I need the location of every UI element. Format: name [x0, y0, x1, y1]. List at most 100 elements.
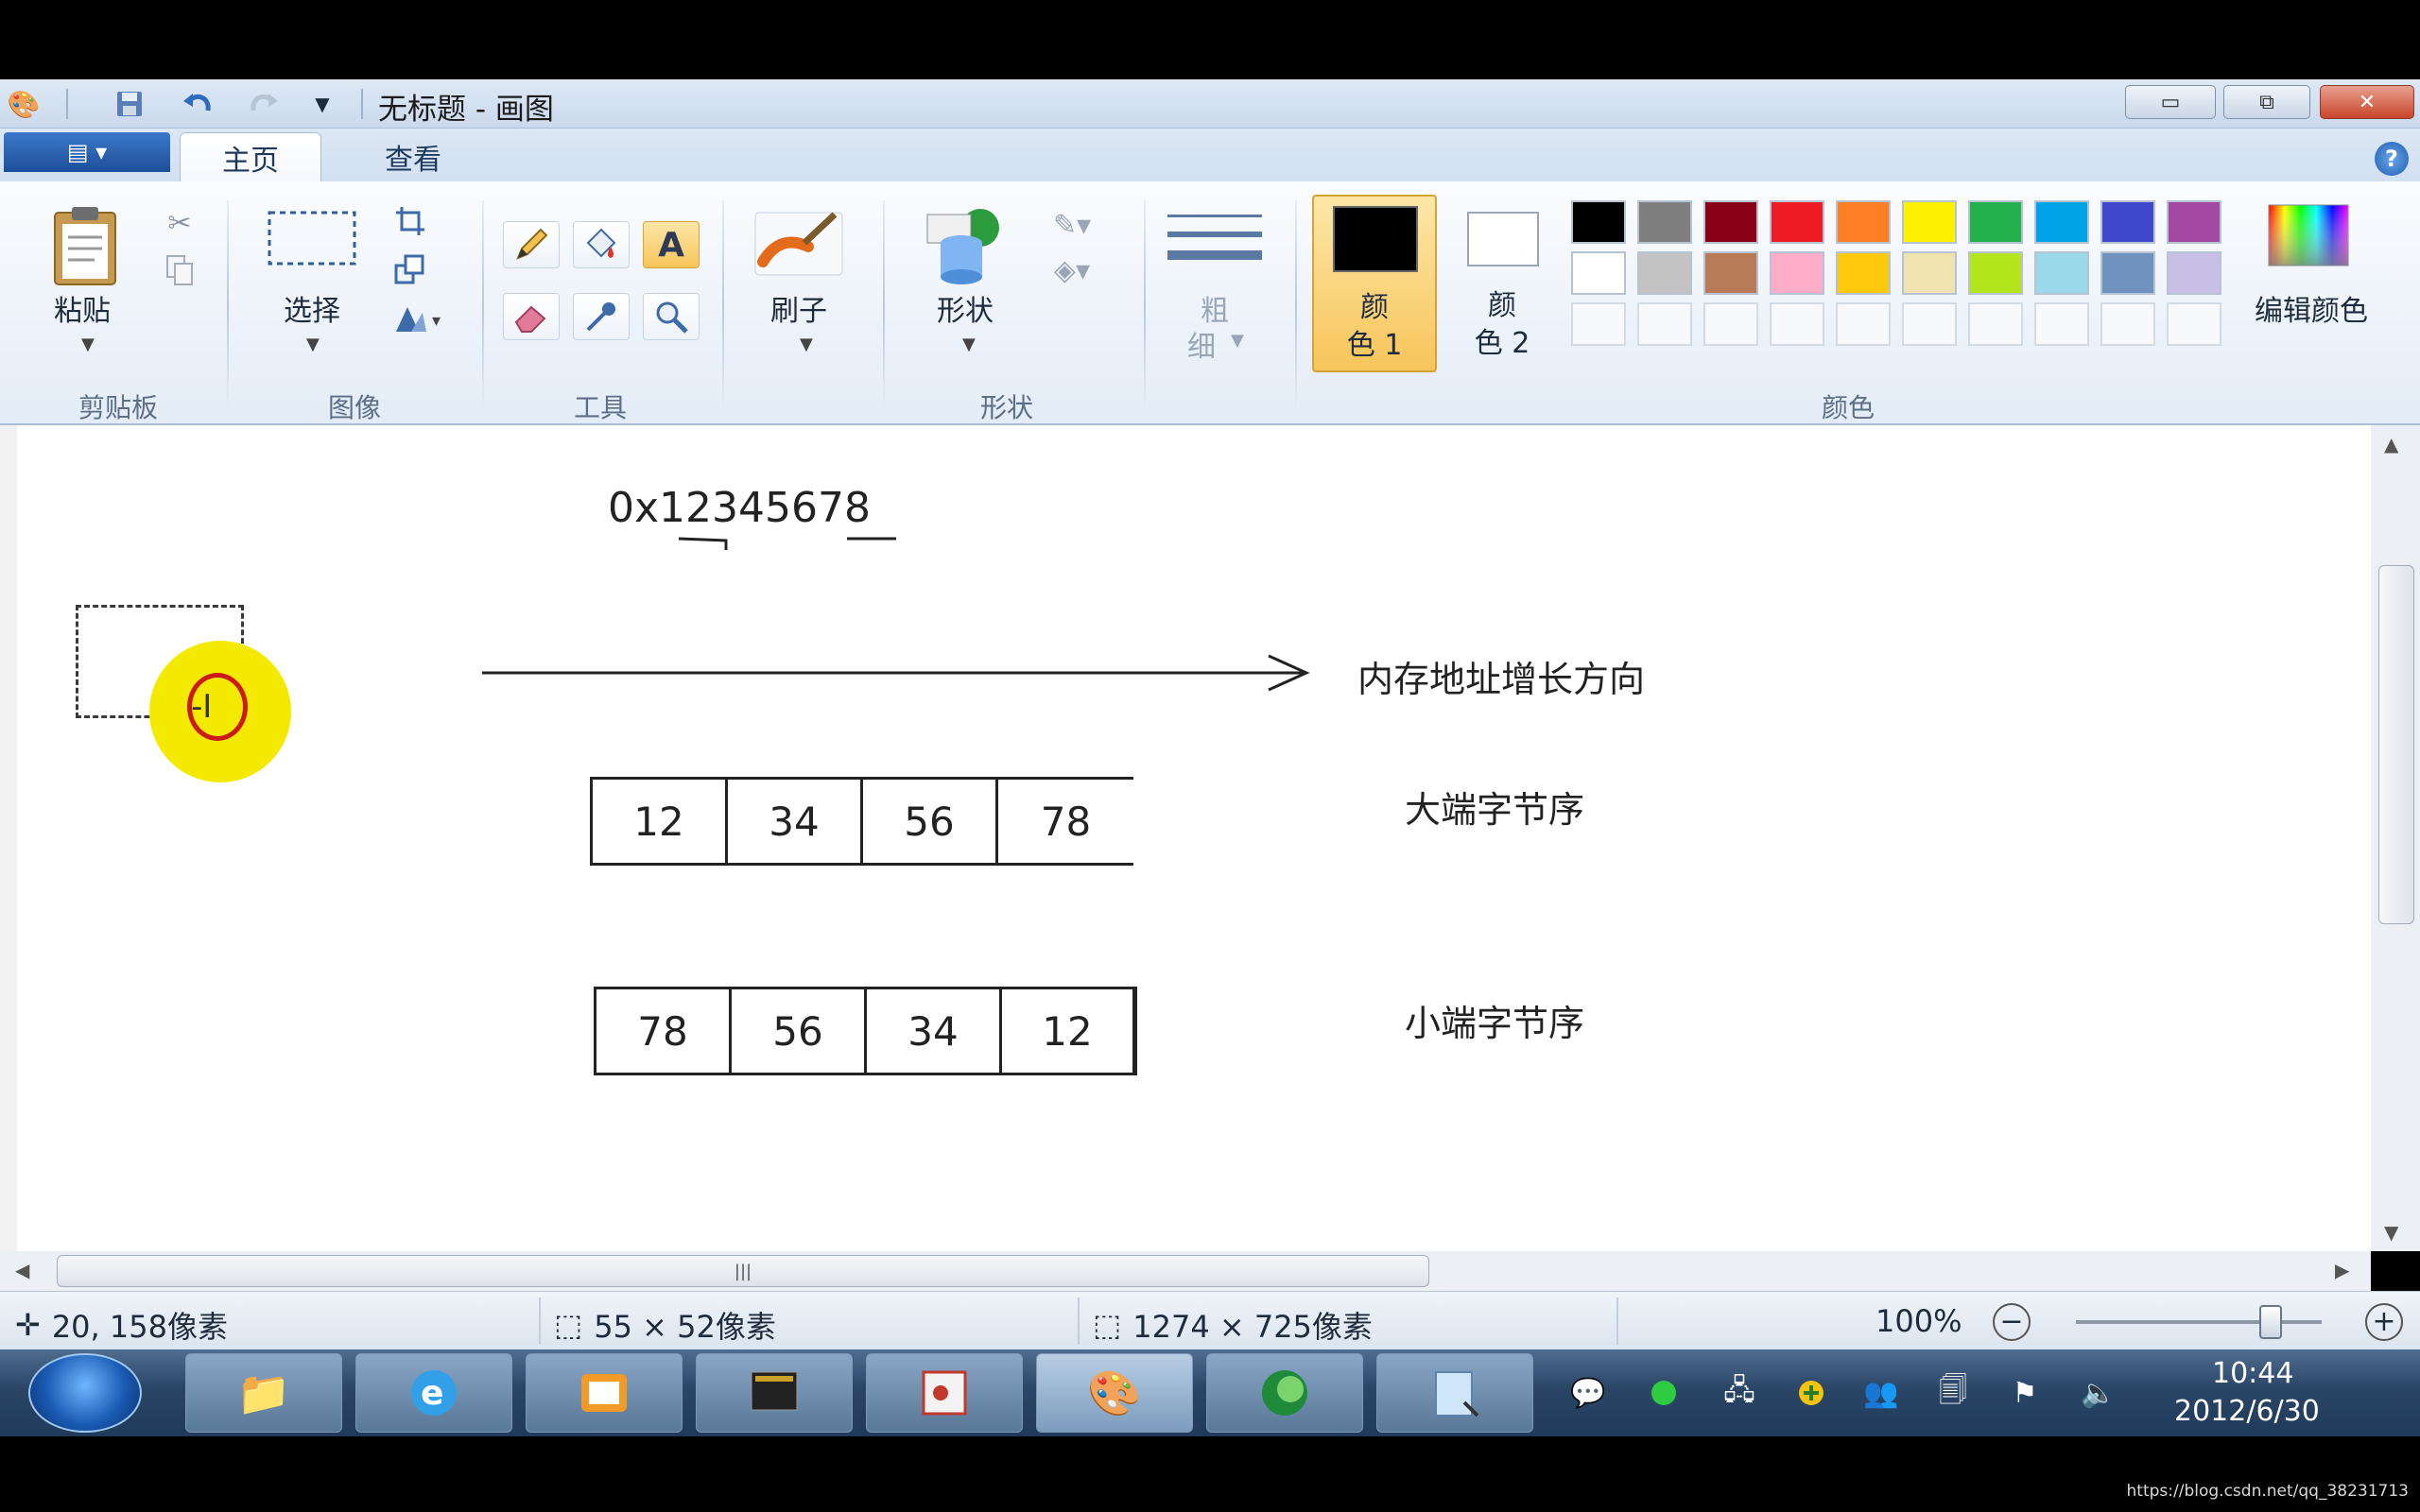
paint-task-icon[interactable]: 🎨: [1036, 1353, 1193, 1433]
drawing-canvas[interactable]: 0x12345678 -I 内存地址增长方向 12 34 56 78 大端字节序…: [17, 425, 2371, 1251]
flag-tray-icon[interactable]: ⚑: [2006, 1374, 2044, 1412]
notepad-task-icon[interactable]: [1376, 1353, 1533, 1433]
brush-icon[interactable]: [747, 200, 851, 285]
shapes-label[interactable]: 形状: [913, 287, 1017, 329]
clock-date[interactable]: 2012/6/30: [2174, 1395, 2320, 1428]
color-swatch[interactable]: [1770, 200, 1824, 244]
custom-color-slot[interactable]: [1968, 302, 2023, 346]
window-task-icon[interactable]: [526, 1353, 683, 1433]
network-tray-icon[interactable]: 🖧: [1720, 1374, 1758, 1412]
custom-color-slot[interactable]: [1770, 302, 1824, 346]
plus-tray-icon[interactable]: [1792, 1374, 1830, 1412]
edit-colors-icon[interactable]: [2261, 198, 2356, 272]
color-swatch[interactable]: [1571, 200, 1626, 244]
custom-color-slot[interactable]: [1836, 302, 1891, 346]
color-swatch[interactable]: [1571, 251, 1626, 295]
scroll-right-icon[interactable]: ▶: [2335, 1259, 2349, 1281]
start-button[interactable]: [28, 1353, 142, 1433]
color-swatch[interactable]: [1902, 200, 1957, 244]
color-swatch[interactable]: [1836, 251, 1891, 295]
zoom-out-button[interactable]: −: [1993, 1303, 2031, 1341]
custom-color-slot[interactable]: [2034, 302, 2089, 346]
chat-tray-icon[interactable]: 💬: [1569, 1374, 1607, 1412]
horizontal-scrollbar[interactable]: ◀ ||| ▶: [0, 1251, 2371, 1291]
app-task-icon[interactable]: [1206, 1353, 1363, 1433]
custom-color-slot[interactable]: [1902, 302, 1957, 346]
color-swatch[interactable]: [1902, 251, 1957, 295]
color-swatch[interactable]: [2034, 200, 2089, 244]
explorer-task-icon[interactable]: 📁: [185, 1353, 342, 1433]
color-swatch[interactable]: [2034, 251, 2089, 295]
zoom-in-button[interactable]: +: [2365, 1303, 2403, 1341]
select-label[interactable]: 选择: [265, 287, 359, 329]
pencil-icon[interactable]: [503, 221, 560, 268]
fill-icon[interactable]: ◈▾: [1034, 251, 1110, 289]
color-swatch[interactable]: [2167, 251, 2221, 295]
color-picker-icon[interactable]: [573, 293, 630, 340]
restore-button[interactable]: ⧉: [2223, 85, 2310, 119]
minimize-button[interactable]: ▭: [2125, 85, 2216, 119]
shapes-icon[interactable]: [913, 198, 1017, 287]
color-swatch[interactable]: [2100, 200, 2155, 244]
redo-icon[interactable]: [246, 87, 282, 121]
color-swatch[interactable]: [1703, 251, 1758, 295]
chevron-down-icon[interactable]: ▼: [304, 87, 340, 121]
copy-icon[interactable]: [161, 251, 199, 289]
chevron-down-icon[interactable]: ▼: [306, 335, 320, 354]
custom-color-slot[interactable]: [1571, 302, 1626, 346]
presentation-task-icon[interactable]: [866, 1353, 1023, 1433]
magnifier-icon[interactable]: [643, 293, 700, 340]
crop-icon[interactable]: [389, 202, 431, 240]
chevron-down-icon[interactable]: ▼: [962, 335, 976, 354]
tab-home[interactable]: 主页: [180, 132, 321, 181]
close-button[interactable]: ✕: [2320, 85, 2414, 119]
zoom-slider-thumb[interactable]: [2259, 1305, 2282, 1339]
custom-color-slot[interactable]: [1637, 302, 1692, 346]
edit-colors-label[interactable]: 编辑颜色: [2231, 287, 2392, 329]
undo-icon[interactable]: [180, 87, 216, 121]
clipboard-icon[interactable]: [42, 200, 129, 291]
ie-task-icon[interactable]: e: [355, 1353, 512, 1433]
fill-bucket-icon[interactable]: [573, 221, 630, 268]
size-label-2[interactable]: 细: [1168, 323, 1235, 365]
color-swatch[interactable]: [1703, 200, 1758, 244]
scroll-left-icon[interactable]: ◀: [15, 1259, 29, 1281]
file-menu-button[interactable]: ▤ ▾: [4, 132, 170, 172]
color-swatch[interactable]: [1968, 200, 2023, 244]
device-tray-icon[interactable]: 🗐: [1934, 1374, 1972, 1412]
users-tray-icon[interactable]: 👥: [1862, 1374, 1900, 1412]
cut-icon[interactable]: ✂: [161, 204, 199, 242]
chevron-down-icon[interactable]: ▼: [81, 335, 95, 354]
vertical-scroll-thumb[interactable]: [2378, 565, 2414, 924]
palette-icon[interactable]: 🎨: [6, 87, 42, 121]
color-swatch[interactable]: [2167, 200, 2221, 244]
text-icon[interactable]: A: [643, 221, 700, 268]
brush-label[interactable]: 刷子: [747, 287, 851, 329]
color1-button[interactable]: 颜 色 1: [1312, 195, 1437, 372]
rotate-icon[interactable]: ▾: [388, 301, 454, 338]
vertical-scrollbar[interactable]: ▲ ▼: [2371, 425, 2420, 1251]
save-icon[interactable]: [112, 87, 147, 121]
color-swatch[interactable]: [1770, 251, 1824, 295]
clock-time[interactable]: 10:44: [2212, 1357, 2293, 1390]
scroll-down-icon[interactable]: ▼: [2384, 1221, 2398, 1244]
chevron-down-icon[interactable]: ▼: [1231, 331, 1244, 351]
outline-icon[interactable]: ✎▾: [1034, 206, 1110, 244]
line-size-icon[interactable]: [1163, 206, 1267, 282]
horizontal-scroll-thumb[interactable]: |||: [57, 1255, 1429, 1287]
eraser-icon[interactable]: [503, 293, 560, 340]
tab-view[interactable]: 查看: [352, 132, 475, 181]
volume-icon[interactable]: 🔈: [2080, 1374, 2118, 1412]
chevron-down-icon[interactable]: ▼: [800, 335, 813, 354]
scroll-up-icon[interactable]: ▲: [2384, 433, 2398, 455]
resize-icon[interactable]: [389, 251, 431, 289]
select-icon[interactable]: [265, 208, 359, 268]
custom-color-slot[interactable]: [1703, 302, 1758, 346]
custom-color-slot[interactable]: [2100, 302, 2155, 346]
custom-color-slot[interactable]: [2167, 302, 2221, 346]
color2-button[interactable]: 颜 色 2: [1446, 195, 1560, 372]
color-swatch[interactable]: [1637, 251, 1692, 295]
color-swatch[interactable]: [1637, 200, 1692, 244]
color-swatch[interactable]: [1836, 200, 1891, 244]
status-tray-icon[interactable]: [1645, 1374, 1683, 1412]
